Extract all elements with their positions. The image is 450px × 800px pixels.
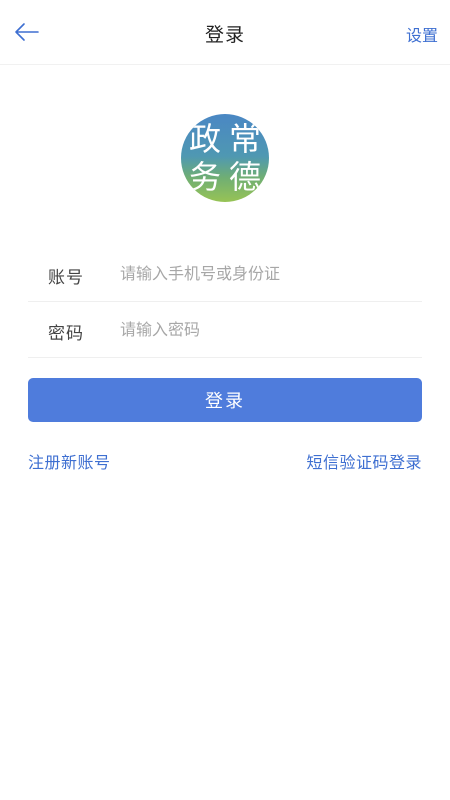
password-label: 密码 <box>48 324 84 344</box>
account-input[interactable] <box>120 259 410 287</box>
logo-char: 德 <box>228 158 261 196</box>
password-row: 密码 <box>28 303 422 358</box>
password-input[interactable] <box>120 315 410 343</box>
app-logo: 政 常 务 德 <box>181 114 269 202</box>
page-title: 登录 <box>204 24 245 46</box>
logo-char: 常 <box>228 120 261 158</box>
login-button[interactable]: 登录 <box>28 378 422 422</box>
sms-login-link[interactable]: 短信验证码登录 <box>306 449 422 473</box>
logo-text: 政 常 务 德 <box>185 120 265 196</box>
nav-bar: 登录 设置 <box>0 0 450 65</box>
register-link[interactable]: 注册新账号 <box>28 449 111 473</box>
account-label: 账号 <box>48 268 84 288</box>
logo-char: 政 <box>188 120 221 158</box>
account-row: 账号 <box>28 247 422 302</box>
settings-button[interactable]: 设置 <box>406 22 438 46</box>
logo-char: 务 <box>188 158 221 196</box>
